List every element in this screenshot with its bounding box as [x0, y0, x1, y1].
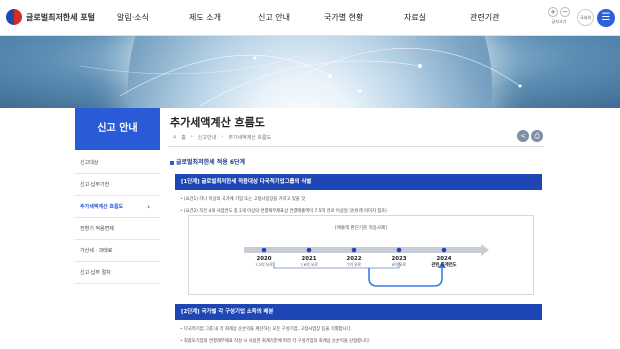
breadcrumb-separator: › — [221, 134, 224, 140]
nav-related[interactable]: 관련기관 — [470, 12, 499, 23]
chevron-right-icon: › — [147, 203, 150, 211]
sidebar-menu: 신고대상 신고·납부기한 추가세액계산 흐름도 › 전환기 적용면제 가산세 · … — [75, 152, 160, 284]
site-logo[interactable]: 글로벌최저한세 포털 — [6, 9, 95, 25]
sidebar-item-target[interactable]: 신고대상 — [75, 152, 160, 174]
nav-system[interactable]: 제도 소개 — [189, 12, 221, 23]
hero-banner — [0, 36, 620, 108]
timeline-dot-2022 — [351, 247, 357, 253]
sidebar-item-exemption[interactable]: 전환기 적용면제 — [75, 218, 160, 240]
sidebar-item-procedure[interactable]: 신고·납부 절차 — [75, 262, 160, 284]
sidebar-item-label: 추가세액계산 흐름도 — [80, 204, 124, 210]
list-item: 다국적기업 그룹 내 각 회계상 순손익을 계산하는 모든 구성기업, 고정사업… — [180, 326, 370, 332]
font-increase-button[interactable]: + — [548, 7, 558, 17]
home-icon[interactable]: ⌂ — [173, 134, 176, 141]
font-decrease-button[interactable]: − — [560, 7, 570, 17]
timeline-dot-2024 — [441, 247, 447, 253]
breadcrumb: ⌂ 홈 › 신고안내 › 추가세액계산 흐름도 — [173, 134, 271, 141]
network-lines-decoration — [79, 48, 522, 107]
revenue-timeline-diagram: [매출액 판단기준 적용사례] 2020 7.2억 유로 2021 7.6억 유… — [188, 215, 534, 295]
period-bracket — [273, 262, 400, 269]
sidebar-item-deadline[interactable]: 신고·납부기한 — [75, 174, 160, 196]
share-icon[interactable]: < — [517, 130, 529, 142]
list-item: (요건1) 하나 이상의 국가에 기업 또는 고정사업장을 가지고 있을 것 — [180, 196, 387, 202]
font-size-label: 글자크기 — [551, 19, 567, 24]
logo-text: 글로벌최저한세 포털 — [26, 12, 96, 22]
timeline-arrow — [244, 244, 489, 256]
font-size-control: + − 글자크기 — [545, 7, 573, 25]
timeline-value: 7.6억 유로 — [300, 262, 318, 267]
nav-news[interactable]: 알림·소식 — [117, 12, 149, 23]
section-heading-text: 글로벌최저한세 적용 6단계 — [176, 159, 246, 166]
list-item: (요건2) 직전 4개 사업연도 중 2개 이상의 연결재무제표상 연결매출액이… — [180, 208, 387, 214]
page-title: 추가세액계산 흐름도 — [170, 116, 265, 129]
timeline-value: 7.2억 유로 — [255, 262, 273, 267]
breadcrumb-home[interactable]: 홈 — [181, 134, 186, 141]
timeline-dot-2023 — [396, 247, 402, 253]
language-button[interactable]: 국내외 — [577, 9, 594, 26]
nav-library[interactable]: 자료실 — [404, 12, 426, 23]
nav-countries[interactable]: 국가별 현황 — [324, 12, 363, 23]
sidebar-title: 신고 안내 — [75, 108, 160, 150]
breadcrumb-current: 추가세액계산 흐름도 — [228, 135, 272, 141]
timeline-item-2021: 2021 7.6억 유로 — [297, 256, 321, 268]
timeline-item-2023: 2023 8억 유로 — [387, 256, 411, 268]
breadcrumb-separator: › — [190, 134, 193, 140]
title-divider — [168, 146, 544, 147]
sidebar-item-label: 신고·납부기한 — [80, 182, 110, 188]
nav-filing[interactable]: 신고 안내 — [258, 12, 290, 23]
sidebar-item-penalty[interactable]: 가산세 · 과태료 — [75, 240, 160, 262]
timeline-value: 관련 회계연도 — [431, 263, 457, 268]
step2-heading: [2단계] 국가별 각 구성기업 소득의 배분 — [175, 304, 542, 320]
breadcrumb-filing[interactable]: 신고안내 — [198, 134, 216, 141]
sidebar-item-label: 전환기 적용면제 — [80, 226, 114, 232]
list-item: 최종모기업의 연결재무제표 작성 시 사용한 회계기준에 따라 각 구성기업의 … — [180, 338, 370, 344]
print-icon[interactable]: ⎙ — [531, 130, 543, 142]
sidebar-item-flowchart[interactable]: 추가세액계산 흐름도 › — [75, 196, 160, 218]
government-emblem-icon — [6, 9, 22, 25]
timeline-item-2022: 2022 7억 유로 — [342, 256, 366, 268]
timeline-value: 7억 유로 — [346, 262, 362, 267]
loop-arrow — [368, 266, 443, 287]
step1-heading: [1단계] 글로벌최저한세 적용대상 다국적기업그룹의 식별 — [175, 174, 542, 190]
sidebar-item-label: 신고대상 — [80, 160, 99, 166]
sidebar-item-label: 가산세 · 과태료 — [80, 248, 113, 254]
site-header: 글로벌최저한세 포털 알림·소식 제도 소개 신고 안내 국가별 현황 자료실 … — [0, 0, 620, 36]
step2-bullets: 다국적기업 그룹 내 각 회계상 순손익을 계산하는 모든 구성기업, 고정사업… — [180, 326, 370, 349]
timeline-value: 8억 유로 — [391, 262, 407, 267]
square-bullet-icon — [170, 160, 174, 165]
timeline-item-2020: 2020 7.2억 유로 — [252, 256, 276, 268]
timeline-dot-2020 — [261, 247, 267, 253]
menu-icon[interactable]: ☰ — [597, 9, 615, 27]
sidebar-item-label: 신고·납부 절차 — [80, 270, 111, 276]
timeline-item-2024: 2024 관련 회계연도 — [426, 256, 462, 268]
section-heading: 글로벌최저한세 적용 6단계 — [170, 157, 245, 166]
timeline-dot-2021 — [306, 247, 312, 253]
